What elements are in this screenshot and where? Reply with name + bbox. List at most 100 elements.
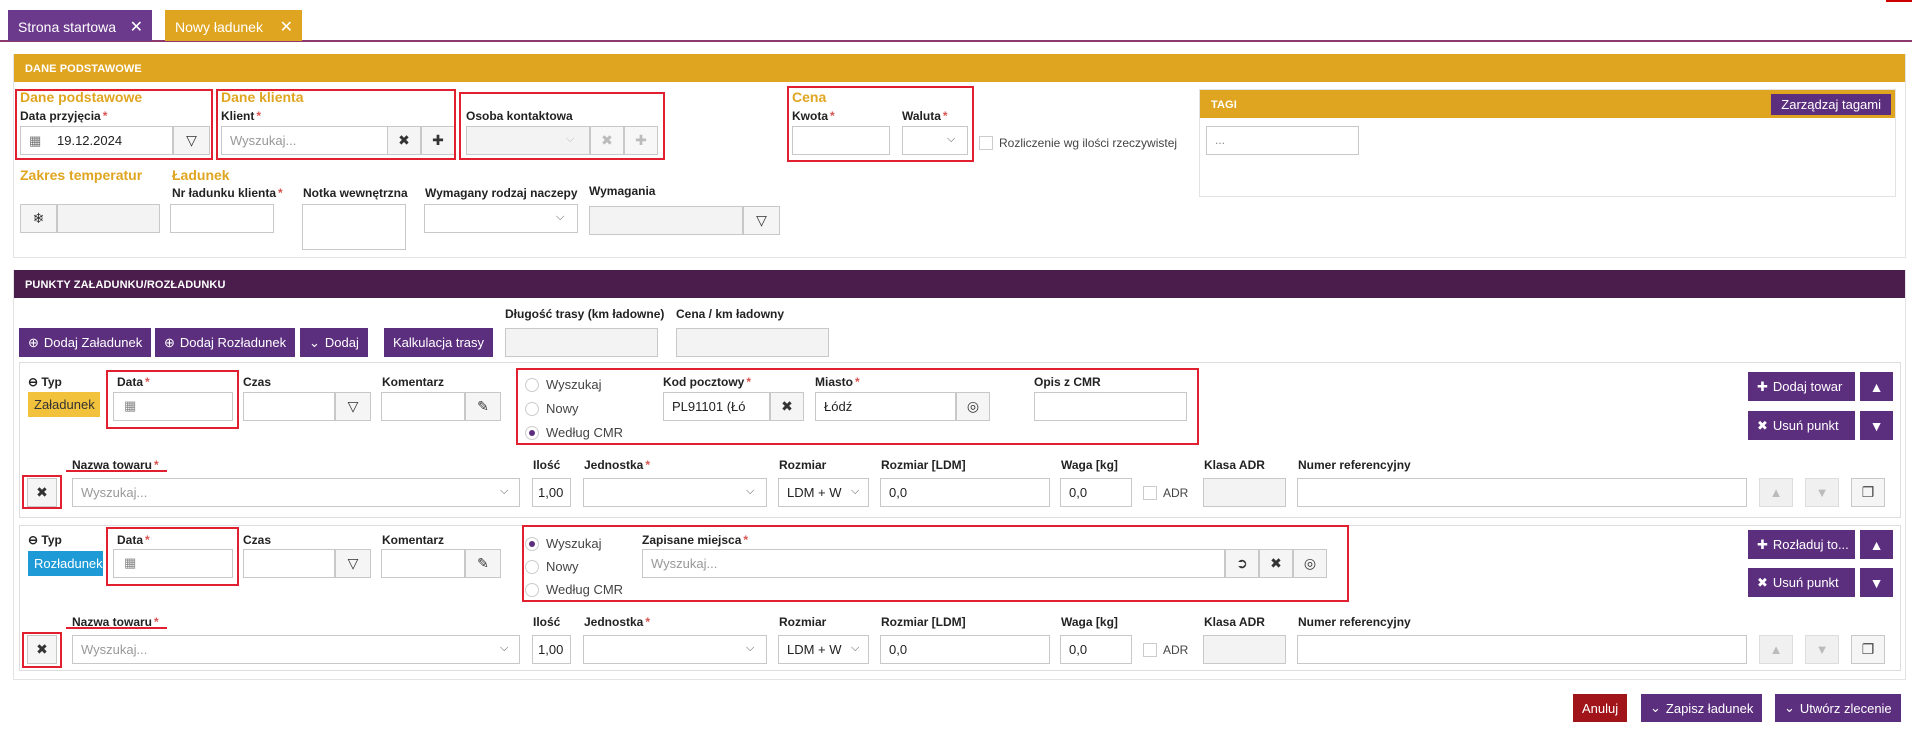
create-order-button[interactable]: ⌄ Utwórz zlecenie — [1775, 694, 1901, 722]
note-label: Notka wewnętrzna — [303, 186, 408, 200]
unit-label: Jednostka * — [584, 458, 651, 472]
add-unload-button[interactable]: ⊕ Dodaj Rozładunek — [155, 328, 296, 357]
qty-label: Ilość — [533, 458, 561, 472]
remove-point-button[interactable]: ✖ Usuń punkt — [1748, 411, 1855, 440]
unit-select[interactable] — [583, 635, 767, 664]
load-comment-input[interactable] — [381, 392, 465, 421]
remove-point-button[interactable]: ✖ Usuń punkt — [1748, 568, 1855, 597]
unit-select[interactable] — [583, 478, 767, 507]
arrow-down-icon[interactable]: ▼ — [1860, 411, 1893, 440]
radio-cmr[interactable]: Według CMR — [525, 425, 623, 440]
arrow-down-icon[interactable]: ▼ — [1860, 568, 1893, 597]
unload-time-input[interactable] — [243, 549, 335, 578]
qty-input[interactable]: 1,00 — [532, 478, 571, 507]
manage-tags-button[interactable]: Zarządzaj tagami — [1771, 94, 1891, 115]
arrow-up-icon[interactable]: ▲ — [1759, 635, 1793, 664]
remove-goods-button[interactable]: ✖ — [27, 635, 57, 664]
cmr-desc-input[interactable] — [1034, 392, 1187, 421]
adr-checkbox[interactable] — [1143, 486, 1157, 500]
route-calc-button[interactable]: Kalkulacja trasy — [384, 328, 494, 357]
tags-input[interactable]: ... — [1206, 126, 1359, 155]
filter-icon[interactable]: ▽ — [743, 206, 780, 235]
arrow-up-icon[interactable]: ▲ — [1860, 530, 1893, 559]
amount-input[interactable] — [792, 126, 890, 155]
goods-search-input[interactable]: Wyszukaj... — [72, 478, 520, 507]
clear-contact-button[interactable]: ✖ — [590, 126, 624, 155]
unload-comment-input[interactable] — [381, 549, 465, 578]
close-icon[interactable]: ✕ — [280, 17, 293, 37]
chevron-down-icon: ⌵ — [500, 642, 509, 654]
arrow-circle-icon[interactable]: ➲ — [1225, 549, 1259, 578]
settle-checkbox[interactable] — [979, 136, 993, 150]
section-client-title: Dane klienta — [221, 89, 304, 105]
adr-class-input — [1203, 635, 1286, 664]
remove-goods-button[interactable]: ✖ — [27, 478, 57, 507]
tab-new-load[interactable]: Nowy ładunek ✕ — [165, 10, 302, 41]
note-textarea[interactable] — [302, 204, 406, 250]
add-client-button[interactable]: ✚ — [421, 126, 455, 155]
snowflake-icon[interactable]: ❄ — [20, 204, 57, 233]
city-input[interactable]: Łódź — [815, 392, 956, 421]
time-label: Czas — [243, 533, 272, 547]
weight-input[interactable]: 0,0 — [1060, 478, 1132, 507]
load-time-input[interactable] — [243, 392, 335, 421]
trailer-select[interactable] — [424, 204, 578, 233]
radio-search[interactable]: Wyszukaj — [525, 536, 602, 551]
close-icon[interactable]: ✕ — [130, 17, 143, 37]
compass-icon[interactable]: ◎ — [956, 392, 990, 421]
adr-checkbox[interactable] — [1143, 643, 1157, 657]
save-load-button[interactable]: ⌄ Zapisz ładunek — [1641, 694, 1763, 722]
compass-icon[interactable]: ◎ — [1293, 549, 1327, 578]
weight-label: Waga [kg] — [1061, 615, 1118, 629]
saved-places-input[interactable]: Wyszukaj... — [642, 549, 1225, 578]
arrow-up-icon[interactable]: ▲ — [1759, 478, 1793, 507]
cancel-button[interactable]: Anuluj — [1573, 694, 1628, 722]
trailer-label: Wymagany rodzaj naczepy — [425, 186, 578, 200]
add-dropdown-button[interactable]: ⌄ Dodaj — [300, 328, 368, 357]
copy-icon[interactable]: ❐ — [1851, 478, 1885, 507]
add-goods-button[interactable]: ✚ Dodaj towar — [1748, 372, 1855, 401]
goods-search-input[interactable]: Wyszukaj... — [72, 635, 520, 664]
radio-cmr[interactable]: Według CMR — [525, 582, 623, 597]
chevron-down-icon: ⌄ — [1650, 700, 1661, 715]
arrow-down-icon[interactable]: ▼ — [1805, 635, 1839, 664]
filter-icon[interactable]: ▽ — [335, 549, 371, 578]
price-km-label: Cena / km ładowny — [676, 307, 785, 321]
tab-start[interactable]: Strona startowa ✕ — [8, 10, 152, 41]
tags-panel: TAGI Zarządzaj tagami ... — [1199, 89, 1896, 197]
temp-range-input[interactable] — [57, 204, 160, 233]
corner-marker — [1886, 0, 1912, 2]
copy-icon[interactable]: ❐ — [1851, 635, 1885, 664]
ldm-input[interactable]: 0,0 — [880, 478, 1050, 507]
ref-input[interactable] — [1297, 478, 1747, 507]
radio-search[interactable]: Wyszukaj — [525, 377, 602, 392]
clientno-input[interactable] — [170, 204, 274, 233]
section-basic-title: Dane podstawowe — [20, 89, 143, 105]
price-km-input — [676, 328, 829, 357]
adr-class-input — [1203, 478, 1286, 507]
currency-select[interactable] — [902, 126, 968, 155]
edit-icon[interactable]: ✎ — [465, 549, 501, 578]
add-load-button[interactable]: ⊕ Dodaj Załadunek — [19, 328, 152, 357]
qty-input[interactable]: 1,00 — [532, 635, 571, 664]
clear-postal-button[interactable]: ✖ — [770, 392, 804, 421]
arrow-up-icon[interactable]: ▲ — [1860, 372, 1893, 401]
clear-client-button[interactable]: ✖ — [387, 126, 421, 155]
weight-input[interactable]: 0,0 — [1060, 635, 1132, 664]
unload-to-button[interactable]: ✚ Rozładuj to... — [1748, 530, 1855, 559]
plus-icon: ✚ — [1757, 378, 1768, 394]
ldm-input[interactable]: 0,0 — [880, 635, 1050, 664]
add-contact-button[interactable]: ✚ — [624, 126, 658, 155]
arrow-down-icon[interactable]: ▼ — [1805, 478, 1839, 507]
req-select[interactable] — [589, 206, 743, 235]
edit-icon[interactable]: ✎ — [465, 392, 501, 421]
filter-icon[interactable]: ▽ — [173, 126, 210, 155]
radio-new[interactable]: Nowy — [525, 559, 579, 574]
radio-new[interactable]: Nowy — [525, 401, 579, 416]
date-input[interactable]: 19.12.2024 — [20, 126, 173, 155]
ref-input[interactable] — [1297, 635, 1747, 664]
filter-icon[interactable]: ▽ — [335, 392, 371, 421]
adr-label: ADR — [1163, 486, 1189, 500]
postal-input[interactable]: PL91101 (Łó — [663, 392, 770, 421]
clear-saved-button[interactable]: ✖ — [1259, 549, 1293, 578]
